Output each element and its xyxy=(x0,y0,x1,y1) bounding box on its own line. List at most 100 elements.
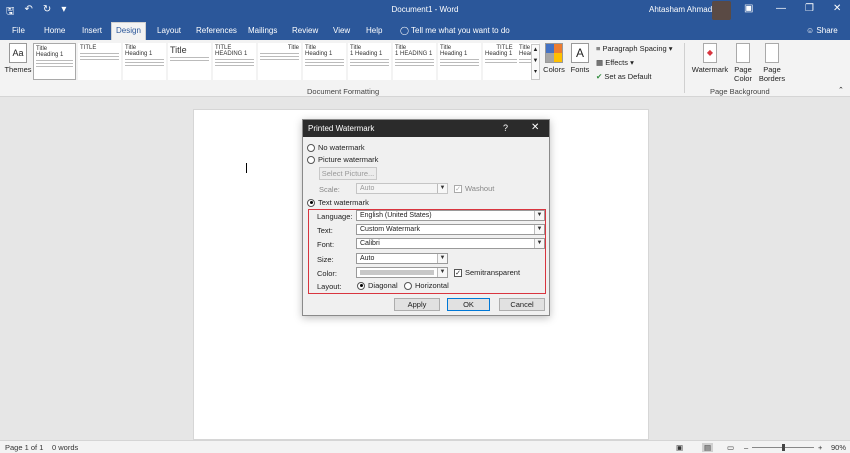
tab-file[interactable]: File xyxy=(8,24,29,40)
avatar[interactable] xyxy=(712,1,731,20)
tab-view[interactable]: View xyxy=(329,24,354,40)
chevron-down-icon: ▼ xyxy=(437,268,447,277)
style-set-thumb[interactable]: Title Heading 1 xyxy=(123,43,166,80)
style-set-thumb[interactable]: Title xyxy=(258,43,301,80)
ribbon-display-options-icon[interactable]: ▣ xyxy=(744,3,753,14)
horizontal-radio[interactable] xyxy=(404,281,412,290)
select-picture-button[interactable]: Select Picture... xyxy=(319,167,377,180)
page-color-button[interactable]: Page Color xyxy=(731,43,755,83)
style-set-thumb[interactable]: Title Heading 1 xyxy=(303,43,346,80)
tab-design[interactable]: Design xyxy=(111,22,146,40)
tab-home[interactable]: Home xyxy=(40,24,69,40)
picture-watermark-option[interactable]: Picture watermark xyxy=(307,155,378,164)
tab-mailings[interactable]: Mailings xyxy=(244,24,281,40)
minimize-button[interactable]: — xyxy=(776,3,786,14)
fonts-button[interactable]: A Fonts xyxy=(568,43,592,74)
restore-button[interactable]: ❐ xyxy=(805,3,814,14)
share-button[interactable]: ☺ Share xyxy=(806,26,838,35)
layout-label: Layout: xyxy=(317,282,342,291)
colors-button[interactable]: Colors xyxy=(543,43,565,74)
colors-icon xyxy=(545,43,563,63)
zoom-slider-thumb[interactable] xyxy=(782,444,785,451)
tell-me-search[interactable]: ◯ Tell me what you want to do xyxy=(400,26,510,35)
apply-button[interactable]: Apply xyxy=(394,298,440,311)
language-combo[interactable]: English (United States) ▼ xyxy=(356,210,545,221)
watermark-button[interactable]: ◆ Watermark xyxy=(690,43,730,74)
text-combo[interactable]: Custom Watermark ▼ xyxy=(356,224,545,235)
scale-label: Scale: xyxy=(319,185,340,194)
language-label: Language: xyxy=(317,212,353,221)
tab-insert[interactable]: Insert xyxy=(78,24,106,40)
style-set-thumb[interactable]: Title Heading 1 xyxy=(438,43,481,80)
themes-button[interactable]: Aa Themes xyxy=(4,43,32,74)
style-set-thumb[interactable]: Title 1 HEADING 1 xyxy=(393,43,436,80)
gallery-scroll[interactable]: ▲ ▼ ▾ xyxy=(531,44,540,80)
text-watermark-radio[interactable] xyxy=(307,198,315,207)
set-as-default-button[interactable]: ✔ Set as Default xyxy=(596,72,652,81)
themes-label: Themes xyxy=(4,65,32,74)
color-swatch xyxy=(360,270,434,275)
page-count[interactable]: Page 1 of 1 xyxy=(5,443,43,452)
lightbulb-icon: ◯ xyxy=(400,26,409,35)
user-name[interactable]: Ahtasham Ahmad xyxy=(649,5,712,14)
size-combo[interactable]: Auto ▼ xyxy=(356,253,448,264)
page-borders-button[interactable]: Page Borders xyxy=(758,43,786,83)
tab-review[interactable]: Review xyxy=(288,24,322,40)
dialog-title-bar: Printed Watermark ? ✕ xyxy=(303,120,549,137)
zoom-in-icon[interactable]: + xyxy=(818,443,822,452)
washout-checkbox[interactable]: ✓ xyxy=(454,184,462,193)
washout-option[interactable]: ✓ Washout xyxy=(454,184,494,193)
no-watermark-option[interactable]: No watermark xyxy=(307,143,365,152)
diagonal-option[interactable]: Diagonal xyxy=(357,281,398,290)
diagonal-radio[interactable] xyxy=(357,281,365,290)
style-set-thumb[interactable]: Title Heading 1 xyxy=(33,43,76,80)
colors-label: Colors xyxy=(543,65,565,74)
size-label: Size: xyxy=(317,255,334,264)
style-set-gallery: Title Heading 1 TITLE Title Heading 1 Ti… xyxy=(33,43,541,81)
chevron-down-icon: ▼ xyxy=(534,239,544,248)
color-combo[interactable]: ▼ xyxy=(356,267,448,278)
horizontal-label: Horizontal xyxy=(415,281,449,290)
tab-help[interactable]: Help xyxy=(362,24,386,40)
web-layout-icon[interactable]: ▭ xyxy=(727,443,734,452)
title-bar: 🖫 ↶ ↻ ▾ Document1 - Word Ahtasham Ahmad … xyxy=(0,0,850,21)
style-set-thumb[interactable]: Title 1 Heading 1 xyxy=(348,43,391,80)
zoom-out-icon[interactable]: – xyxy=(744,443,748,452)
no-watermark-radio[interactable] xyxy=(307,143,315,152)
semitransparent-checkbox[interactable]: ✓ xyxy=(454,268,462,277)
style-set-thumb[interactable]: TITLE HEADING 1 xyxy=(213,43,256,80)
print-layout-icon[interactable]: ▤ xyxy=(702,443,714,452)
horizontal-option[interactable]: Horizontal xyxy=(404,281,449,290)
group-label-document-formatting: Document Formatting xyxy=(307,87,380,96)
group-label-page-background: Page Background xyxy=(710,87,770,96)
effects-button[interactable]: ▦ Effects ▾ xyxy=(596,58,634,67)
collapse-ribbon-icon[interactable]: ⌃ xyxy=(838,86,844,94)
text-watermark-option[interactable]: Text watermark xyxy=(307,198,369,207)
style-set-thumb[interactable]: Title xyxy=(168,43,211,80)
tell-me-text: Tell me what you want to do xyxy=(411,26,510,35)
close-window-button[interactable]: ✕ xyxy=(833,3,841,14)
word-count[interactable]: 0 words xyxy=(52,443,78,452)
help-button[interactable]: ? xyxy=(503,123,508,133)
style-set-thumb[interactable]: TITLE xyxy=(78,43,121,80)
picture-watermark-radio[interactable] xyxy=(307,155,315,164)
printed-watermark-dialog: Printed Watermark ? ✕ No watermark Pictu… xyxy=(302,119,550,316)
chevron-down-icon: ▼ xyxy=(534,225,544,234)
effects-icon: ▦ xyxy=(596,58,604,67)
scale-combo[interactable]: Auto ▼ xyxy=(356,183,448,194)
dialog-close-button[interactable]: ✕ xyxy=(531,122,539,133)
share-label: Share xyxy=(816,26,838,35)
no-watermark-label: No watermark xyxy=(318,143,365,152)
cancel-button[interactable]: Cancel xyxy=(499,298,545,311)
ok-button[interactable]: OK xyxy=(447,298,490,311)
tab-layout[interactable]: Layout xyxy=(153,24,185,40)
zoom-level[interactable]: 90% xyxy=(831,443,846,452)
font-combo[interactable]: Calibri ▼ xyxy=(356,238,545,249)
text-watermark-label: Text watermark xyxy=(318,198,369,207)
tab-references[interactable]: References xyxy=(192,24,241,40)
read-mode-icon[interactable]: ▣ xyxy=(676,443,683,452)
diagonal-label: Diagonal xyxy=(368,281,398,290)
paragraph-spacing-button[interactable]: ≡ Paragraph Spacing ▾ xyxy=(596,44,673,53)
watermark-icon: ◆ xyxy=(703,43,717,63)
semitransparent-option[interactable]: ✓ Semitransparent xyxy=(454,268,520,277)
